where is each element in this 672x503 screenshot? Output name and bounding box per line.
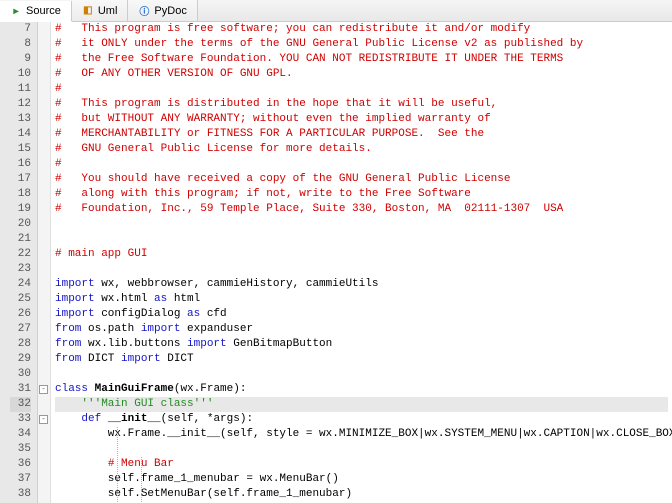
code-line[interactable]: from os.path import expanduser — [55, 322, 668, 337]
line-number: 15 — [10, 142, 31, 157]
line-number: 14 — [10, 127, 31, 142]
code-line[interactable]: class MainGuiFrame(wx.Frame): — [55, 382, 668, 397]
line-number: 37 — [10, 472, 31, 487]
line-number: 38 — [10, 487, 31, 502]
line-number: 33 — [10, 412, 31, 427]
line-number: 27 — [10, 322, 31, 337]
code-editor[interactable]: 7891011121314151617181920212223242526272… — [0, 22, 672, 503]
line-number: 36 — [10, 457, 31, 472]
code-line[interactable]: # the Free Software Foundation. YOU CAN … — [55, 52, 668, 67]
line-number: 25 — [10, 292, 31, 307]
indent-guide — [141, 457, 142, 502]
line-number: 30 — [10, 367, 31, 382]
code-line[interactable]: # it ONLY under the terms of the GNU Gen… — [55, 37, 668, 52]
line-number-gutter: 7891011121314151617181920212223242526272… — [0, 22, 38, 503]
code-line[interactable]: # MERCHANTABILITY or FITNESS FOR A PARTI… — [55, 127, 668, 142]
line-number: 34 — [10, 427, 31, 442]
line-number: 12 — [10, 97, 31, 112]
line-number: 22 — [10, 247, 31, 262]
code-line[interactable] — [55, 442, 668, 457]
line-number: 16 — [10, 157, 31, 172]
code-line[interactable]: import wx.html as html — [55, 292, 668, 307]
code-line[interactable]: # This program is free software; you can… — [55, 22, 668, 37]
indent-guide — [117, 427, 118, 502]
code-line[interactable]: # This program is distributed in the hop… — [55, 97, 668, 112]
line-number: 13 — [10, 112, 31, 127]
uml-icon: ◧ — [82, 5, 94, 17]
code-line[interactable]: # You should have received a copy of the… — [55, 172, 668, 187]
tab-pydoc[interactable]: ⓘ PyDoc — [128, 0, 197, 21]
tab-label: Source — [26, 5, 61, 17]
code-line[interactable]: self.frame_1_menubar = wx.MenuBar() — [55, 472, 668, 487]
code-area[interactable]: # This program is free software; you can… — [51, 22, 672, 503]
code-line[interactable]: # — [55, 157, 668, 172]
line-number: 31 — [10, 382, 31, 397]
tab-label: Uml — [98, 5, 118, 17]
line-number: 35 — [10, 442, 31, 457]
tab-uml[interactable]: ◧ Uml — [72, 0, 129, 21]
line-number: 23 — [10, 262, 31, 277]
code-line[interactable] — [55, 262, 668, 277]
line-number: 7 — [10, 22, 31, 37]
line-number: 9 — [10, 52, 31, 67]
fold-gutter: -- — [38, 22, 51, 503]
line-number: 26 — [10, 307, 31, 322]
line-number: 18 — [10, 187, 31, 202]
tab-source[interactable]: ▸ Source — [0, 1, 72, 22]
code-line[interactable]: # GNU General Public License for more de… — [55, 142, 668, 157]
code-line[interactable]: # main app GUI — [55, 247, 668, 262]
line-number: 29 — [10, 352, 31, 367]
fold-toggle[interactable]: - — [39, 415, 48, 424]
code-line[interactable]: # Menu Bar — [55, 457, 668, 472]
tab-label: PyDoc — [154, 5, 186, 17]
code-line[interactable]: wx.Frame.__init__(self, style = wx.MINIM… — [55, 427, 668, 442]
code-line[interactable]: import wx, webbrowser, cammieHistory, ca… — [55, 277, 668, 292]
code-line[interactable]: # along with this program; if not, write… — [55, 187, 668, 202]
line-number: 24 — [10, 277, 31, 292]
line-number: 32 — [10, 397, 31, 412]
tab-bar: ▸ Source ◧ Uml ⓘ PyDoc — [0, 0, 672, 22]
source-icon: ▸ — [10, 5, 22, 17]
code-line[interactable]: # Foundation, Inc., 59 Temple Place, Sui… — [55, 202, 668, 217]
code-line[interactable]: # — [55, 82, 668, 97]
line-number: 17 — [10, 172, 31, 187]
code-line[interactable]: from DICT import DICT — [55, 352, 668, 367]
fold-toggle[interactable]: - — [39, 385, 48, 394]
code-line[interactable] — [55, 217, 668, 232]
line-number: 8 — [10, 37, 31, 52]
line-number: 21 — [10, 232, 31, 247]
code-line[interactable] — [55, 367, 668, 382]
line-number: 19 — [10, 202, 31, 217]
code-line[interactable]: '''Main GUI class''' — [55, 397, 668, 412]
code-line[interactable]: self.SetMenuBar(self.frame_1_menubar) — [55, 487, 668, 502]
code-line[interactable]: from wx.lib.buttons import GenBitmapButt… — [55, 337, 668, 352]
code-line[interactable] — [55, 232, 668, 247]
line-number: 11 — [10, 82, 31, 97]
code-line[interactable]: def __init__(self, *args): — [55, 412, 668, 427]
line-number: 20 — [10, 217, 31, 232]
pydoc-icon: ⓘ — [138, 5, 150, 17]
line-number: 28 — [10, 337, 31, 352]
line-number: 10 — [10, 67, 31, 82]
code-line[interactable]: # but WITHOUT ANY WARRANTY; without even… — [55, 112, 668, 127]
code-line[interactable]: import configDialog as cfd — [55, 307, 668, 322]
code-line[interactable]: # OF ANY OTHER VERSION OF GNU GPL. — [55, 67, 668, 82]
